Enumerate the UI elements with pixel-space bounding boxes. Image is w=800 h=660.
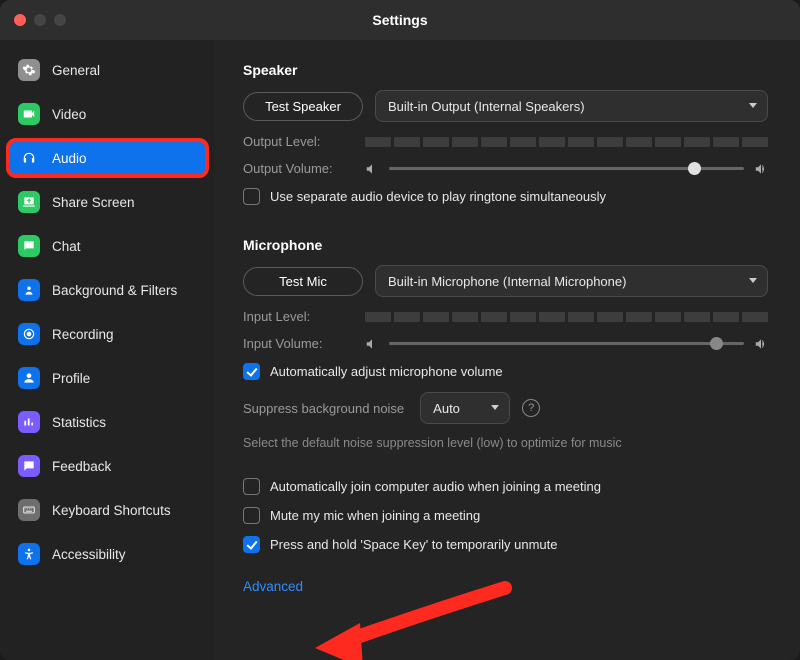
sidebar-item-video[interactable]: Video [8,96,207,132]
suppress-noise-dropdown[interactable]: Auto [420,392,510,424]
auto-adjust-mic-checkbox[interactable] [243,363,260,380]
auto-join-audio-checkbox[interactable] [243,478,260,495]
input-volume-slider[interactable] [365,337,768,351]
sidebar-item-feedback[interactable]: Feedback [8,448,207,484]
sidebar-item-label: Video [52,107,86,122]
sidebar-item-label: Chat [52,239,81,254]
microphone-heading: Microphone [243,237,768,253]
push-to-talk-label: Press and hold 'Space Key' to temporaril… [270,537,558,552]
sidebar-item-audio[interactable]: Audio [8,140,207,176]
sidebar-item-chat[interactable]: Chat [8,228,207,264]
sidebar-item-label: General [52,63,100,78]
push-to-talk-checkbox[interactable] [243,536,260,553]
sidebar-item-statistics[interactable]: Statistics [8,404,207,440]
output-level-label: Output Level: [243,134,353,149]
suppress-noise-help-text: Select the default noise suppression lev… [243,436,768,450]
input-level-label: Input Level: [243,309,353,324]
volume-low-icon [365,162,379,176]
volume-high-icon [754,162,768,176]
speaker-heading: Speaker [243,62,768,78]
feedback-icon [18,455,40,477]
accessibility-icon [18,543,40,565]
sidebar-item-label: Statistics [52,415,106,430]
suppress-noise-label: Suppress background noise [243,401,404,416]
user-bg-icon [18,279,40,301]
separate-ringtone-checkbox[interactable] [243,188,260,205]
volume-high-icon [754,337,768,351]
zoom-window-button[interactable] [54,14,66,26]
mute-on-join-checkbox[interactable] [243,507,260,524]
titlebar: Settings [0,0,800,40]
output-volume-slider[interactable] [365,162,768,176]
output-volume-label: Output Volume: [243,161,353,176]
sidebar-item-accessibility[interactable]: Accessibility [8,536,207,572]
record-icon [18,323,40,345]
gear-icon [18,59,40,81]
video-icon [18,103,40,125]
test-mic-button[interactable]: Test Mic [243,267,363,296]
auto-join-audio-label: Automatically join computer audio when j… [270,479,601,494]
settings-sidebar: General Video Audio Share Screen Chat Backgro… [0,40,215,660]
input-level-meter [365,312,768,322]
output-level-meter [365,137,768,147]
help-icon[interactable]: ? [522,399,540,417]
sidebar-item-general[interactable]: General [8,52,207,88]
profile-icon [18,367,40,389]
volume-low-icon [365,337,379,351]
sidebar-item-label: Background & Filters [52,283,177,298]
chat-icon [18,235,40,257]
sidebar-item-share-screen[interactable]: Share Screen [8,184,207,220]
settings-content: Speaker Test Speaker Built-in Output (In… [215,40,800,660]
sidebar-item-label: Profile [52,371,90,386]
auto-adjust-mic-label: Automatically adjust microphone volume [270,364,503,379]
advanced-link[interactable]: Advanced [243,579,303,594]
input-volume-label: Input Volume: [243,336,353,351]
sidebar-item-profile[interactable]: Profile [8,360,207,396]
speaker-device-dropdown[interactable]: Built-in Output (Internal Speakers) [375,90,768,122]
sidebar-item-label: Feedback [52,459,111,474]
sidebar-item-background-filters[interactable]: Background & Filters [8,272,207,308]
headphones-icon [18,147,40,169]
sidebar-item-label: Share Screen [52,195,135,210]
sidebar-item-label: Keyboard Shortcuts [52,503,171,518]
mic-device-dropdown[interactable]: Built-in Microphone (Internal Microphone… [375,265,768,297]
window-title: Settings [0,12,800,28]
sidebar-item-label: Recording [52,327,114,342]
sidebar-item-keyboard-shortcuts[interactable]: Keyboard Shortcuts [8,492,207,528]
sidebar-item-recording[interactable]: Recording [8,316,207,352]
sidebar-item-label: Accessibility [52,547,126,562]
minimize-window-button[interactable] [34,14,46,26]
annotation-arrow [315,578,515,660]
keyboard-icon [18,499,40,521]
stats-icon [18,411,40,433]
share-icon [18,191,40,213]
sidebar-item-label: Audio [52,151,87,166]
test-speaker-button[interactable]: Test Speaker [243,92,363,121]
separate-ringtone-label: Use separate audio device to play ringto… [270,189,606,204]
mute-on-join-label: Mute my mic when joining a meeting [270,508,480,523]
close-window-button[interactable] [14,14,26,26]
